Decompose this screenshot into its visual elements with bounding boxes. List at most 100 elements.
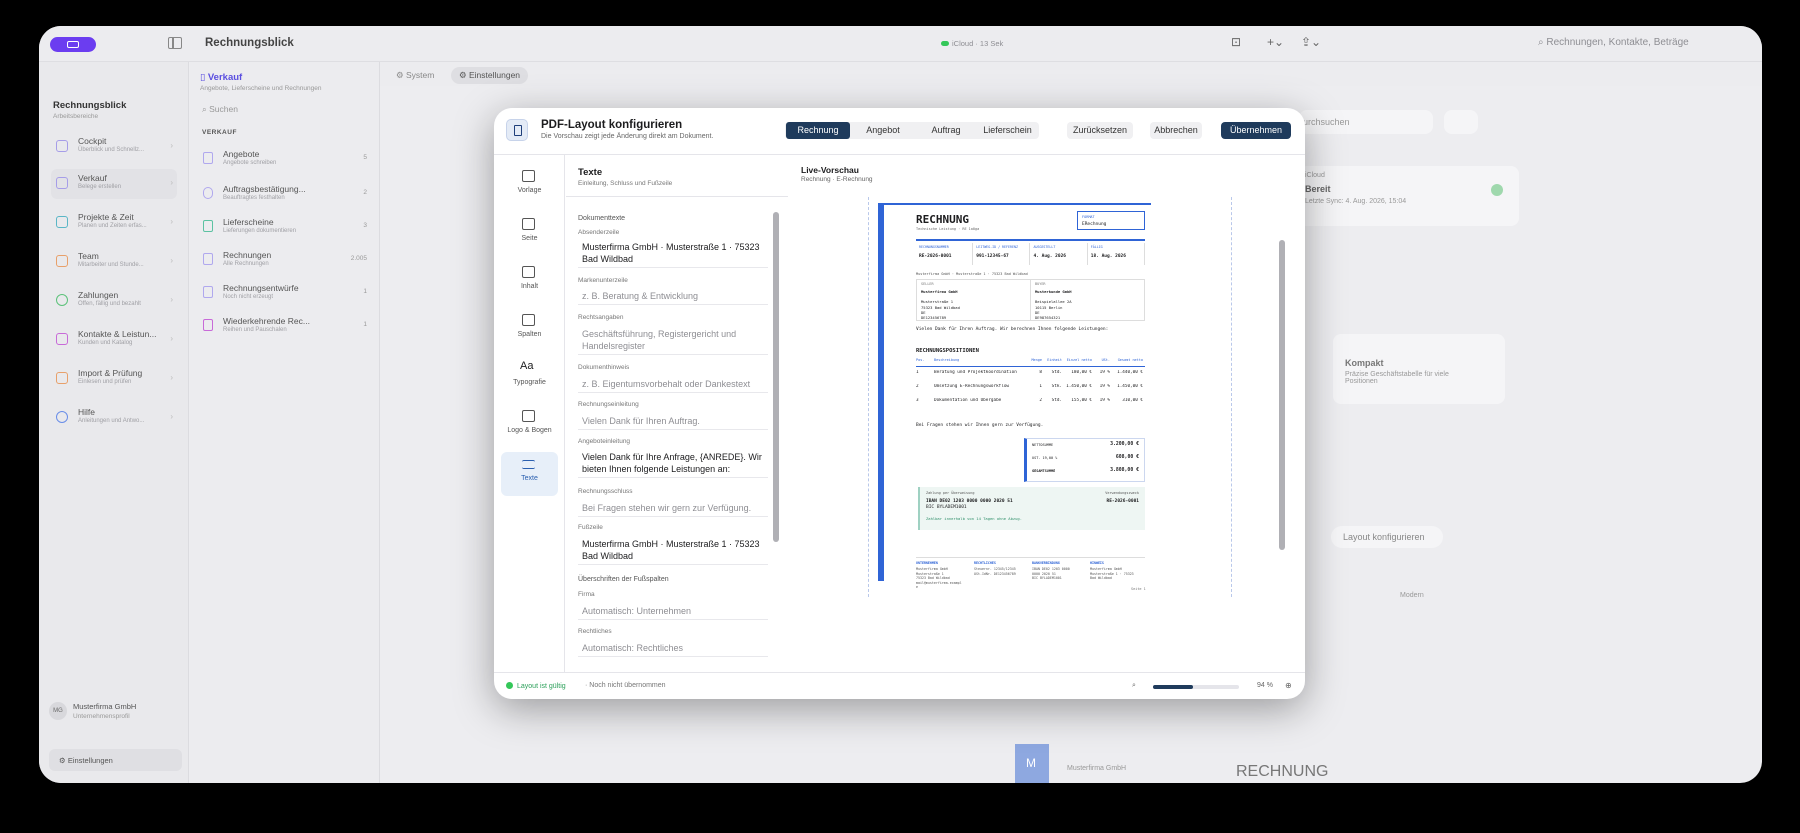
nav-texte[interactable]: Texte [501,452,558,496]
table-cell: 19 % [1099,384,1110,389]
field-label: Dokumenthinweis [578,364,630,371]
zoom-out-icon[interactable]: ⌕ [1132,682,1136,690]
nav-spalten[interactable]: Spalten [501,308,558,352]
nav-typografie[interactable]: Aa Typografie [501,356,558,400]
meta-value: 18. Aug. 2026 [1090,254,1126,259]
list-item[interactable]: Auftragsbestätigung... Beauftragtes festh… [202,180,370,210]
chevron-right-icon: › [170,141,173,150]
sidebar-item-verkauf[interactable]: Verkauf Belege erstellen › [51,169,177,199]
list-item-count: 3 [363,222,367,229]
nav-inhalt[interactable]: Inhalt [501,260,558,304]
content-list: ▯ Verkauf Angebote, Lieferscheine und Re… [190,62,380,783]
global-search[interactable]: ⌕ Rechnungen, Kontakte, Beträge [1538,37,1689,48]
crumb-settings[interactable]: ⚙ Einstellungen [451,67,529,84]
accent-bar [878,203,884,581]
rechtliches-heading-field[interactable]: Automatisch: Rechtliches [578,640,768,657]
meta-cell: LEITWEG-ID / REFERENZ 991-12345-67 [973,243,1031,265]
list-search[interactable]: ⌕ Suchen [202,104,238,115]
apply-button[interactable]: Übernehmen [1221,122,1291,139]
rechnungseinleitung-field[interactable]: Vielen Dank für Ihren Auftrag. [578,413,768,430]
document-icon: ▯ [200,72,208,83]
sidebar-item-import[interactable]: Import & Prüfung Einlesen und prüfen › [51,364,177,394]
sidebar-item-zahlungen[interactable]: Zahlungen Offen, fällig und bezahlt › [51,286,177,316]
tray-icon [56,372,68,384]
list-item[interactable]: Angebote Angebote schreiben 5 [202,145,370,175]
draft-icon [203,286,213,298]
org-name: Rechnungsblick [53,100,127,111]
markenunterzeile-field[interactable]: z. B. Beratung & Entwicklung [578,288,768,305]
fusszeile-field[interactable]: Musterfirma GmbH · Musterstraße 1 · 7532… [578,536,768,565]
nav-vorlage[interactable]: Vorlage [501,164,558,208]
repeat-icon [203,319,213,331]
table-header: Menge [1031,358,1042,362]
iban: IBAN DE02 1203 0000 0000 2020 51 [926,499,1013,504]
field-label: Rechtsangaben [578,314,624,321]
preview-vertical-scrollbar[interactable] [1279,240,1285,550]
bg-search: urchsuchen [1299,110,1433,134]
nav-seite[interactable]: Seite [501,212,558,256]
absenderzeile-field[interactable]: Musterfirma GmbH · Musterstraße 1 · 7532… [578,239,768,268]
sidebar-item-sub: Offen, fällig und bezahlt [78,301,141,307]
dokumenthinweis-field[interactable]: z. B. Eigentumsvorbehalt oder Dankestext [578,376,768,393]
tab-lieferschein[interactable]: Lieferschein [977,122,1038,139]
inbox-icon[interactable]: ⊡ [1231,35,1241,49]
sidebar-item-label: Team [78,251,99,261]
global-search-placeholder: Rechnungen, Kontakte, Beträge [1546,37,1689,48]
nav-logo-bogen[interactable]: Logo & Bogen [501,404,558,448]
footer-line: Bad Wildbad [1090,576,1112,580]
columns-icon [522,266,535,278]
angeboteinleitung-field[interactable]: Vielen Dank für Ihre Anfrage, {ANREDE}. … [578,449,768,478]
zoom-in-icon[interactable]: ⊕ [1285,681,1292,690]
app-switcher-button[interactable] [50,37,96,52]
tab-rechnung[interactable]: Rechnung [786,122,850,139]
cancel-button[interactable]: Abbrechen [1150,122,1202,139]
sidebar: Rechnungsblick Arbeitsbereiche Cockpit Üb… [39,62,189,783]
nav-label: Spalten [517,331,542,338]
tab-angebot[interactable]: Angebot [851,122,915,139]
table-cell: 180,00 € [1071,370,1092,375]
sidebar-toggle-icon[interactable] [168,37,182,49]
document-type-tabs: Rechnung Angebot Auftrag Lieferschein [785,122,1039,139]
reset-button[interactable]: Zurücksetzen [1067,122,1133,139]
list-item[interactable]: Rechnungen Alle Rechnungen 2.005 [202,246,370,276]
window-icon [67,41,79,48]
list-item[interactable]: Lieferscheine Lieferungen dokumentieren 3 [202,213,370,243]
table-cell: Std. [1051,370,1062,375]
rechtsangaben-field[interactable]: Geschäftsführung, Registergericht und Ha… [578,326,768,355]
accent-line [884,203,1151,205]
total-value: 3.808,00 € [1110,468,1139,473]
form-scrollbar[interactable] [773,212,779,542]
table-cell: 19 % [1099,370,1110,375]
list-item-sub: Angebote schreiben [223,160,277,166]
table-cell: 1.450,00 € [1066,384,1092,389]
list-item[interactable]: Rechnungsentwürfe Noch nicht erzeugt 1 [202,279,370,309]
crumb-system[interactable]: ⚙ System [388,67,442,84]
form-subtitle: Einleitung, Schluss und Fußzeile [578,180,673,187]
list-item[interactable]: Wiederkehrende Rec... Reihen und Pauschal… [202,312,370,342]
sidebar-item-projekte[interactable]: Projekte & Zeit Planen und Zeiten erfas..… [51,208,177,238]
table-cell: 1.440,00 € [1117,370,1143,375]
table-icon [522,314,535,326]
sidebar-item-cockpit[interactable]: Cockpit Überblick und Schnellz... › [51,132,177,162]
share-menu-button[interactable]: ⇪⌄ [1301,35,1321,49]
sidebar-item-sub: Belege erstellen [78,184,122,190]
table-cell: Std. [1051,398,1062,403]
sidebar-item-kontakte[interactable]: Kontakte & Leistun... Kunden und Katalog › [51,325,177,355]
address-box: SELLER Musterfirma GmbH Musterstraße 1 753… [916,279,1145,321]
zoom-slider[interactable] [1153,685,1239,689]
add-menu-button[interactable]: +⌄ [1267,35,1284,49]
settings-button[interactable]: ⚙ Einstellungen [49,749,182,771]
form-section: Dokumenttexte [578,215,626,222]
rechnungsschluss-field[interactable]: Bei Fragen stehen wir gern zur Verfügung… [578,500,768,517]
list-subtitle: Angebote, Lieferscheine und Rechnungen [200,85,322,92]
meta-value: RE-2026-0001 [919,254,952,259]
list-item-label: Rechnungsentwürfe [223,283,299,293]
meta-label: RECHNUNGSNUMMER [919,245,949,249]
tab-auftrag[interactable]: Auftrag [916,122,976,139]
sidebar-item-team[interactable]: Team Mitarbeiter und Stunde... › [51,247,177,277]
sidebar-item-hilfe[interactable]: Hilfe Anleitungen und Antwo... › [51,403,177,433]
company-profile[interactable]: MG Musterfirma GmbH Unternehmensprofil [49,702,136,720]
firma-heading-field[interactable]: Automatisch: Unternehmen [578,603,768,620]
footer-rule [916,557,1145,558]
pending-status: · Noch nicht übernommen [585,682,666,689]
